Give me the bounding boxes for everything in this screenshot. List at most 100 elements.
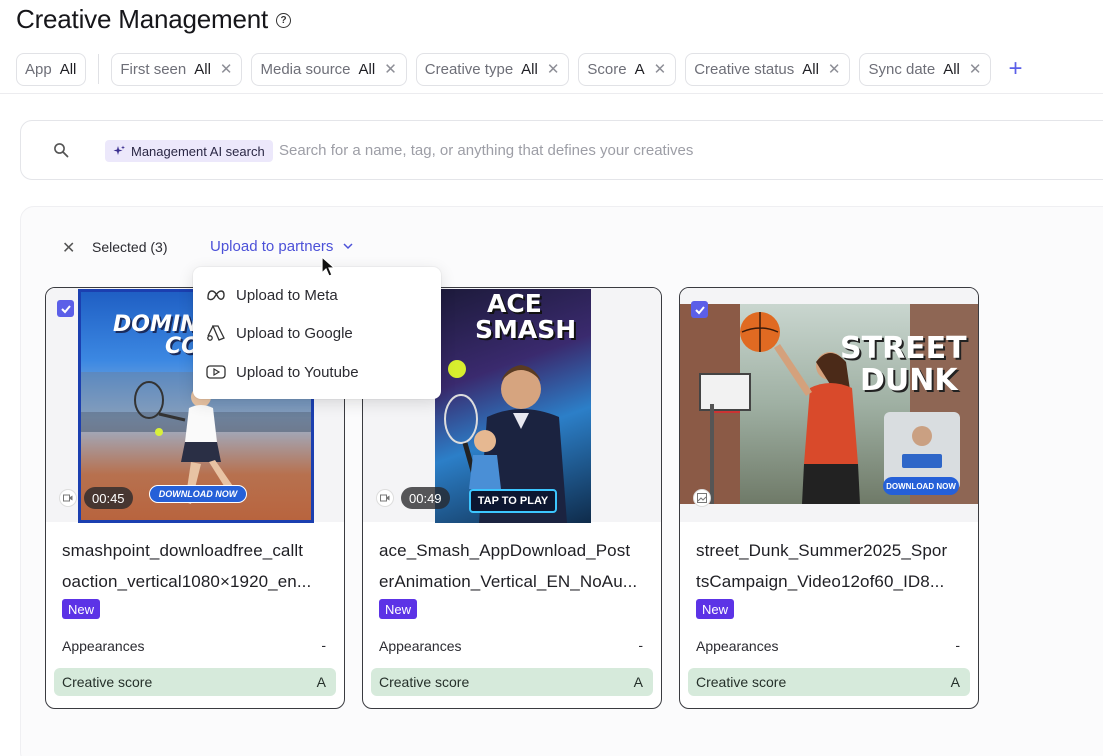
overlay-subtitle: DUNK bbox=[860, 363, 958, 398]
check-icon bbox=[60, 304, 71, 313]
filter-label: Creative type bbox=[424, 60, 514, 78]
creative-name[interactable]: street_Dunk_Summer2025_Spor tsCampaign_V… bbox=[696, 535, 966, 597]
creative-name-line: tsCampaign_Video12of60_ID8... bbox=[696, 572, 945, 591]
cta-badge: DOWNLOAD NOW bbox=[149, 485, 247, 503]
ai-badge-label: Management AI search bbox=[131, 143, 265, 159]
overlay-title: ACE bbox=[487, 289, 542, 318]
close-icon[interactable]: ✕ bbox=[654, 62, 667, 77]
score-label: Creative score bbox=[696, 674, 787, 690]
filter-value: All bbox=[358, 60, 376, 78]
header-divider bbox=[0, 93, 1103, 94]
cta-badge: TAP TO PLAY bbox=[469, 489, 557, 513]
filter-score[interactable]: Score A ✕ bbox=[578, 52, 677, 86]
status-badge: New bbox=[696, 599, 735, 619]
filter-label: First seen bbox=[120, 60, 187, 78]
filter-bar: App All First seen All ✕ Media source Al… bbox=[16, 52, 1022, 86]
creative-name-line: erAnimation_Vertical_EN_NoAu... bbox=[379, 572, 638, 591]
close-icon[interactable]: ✕ bbox=[969, 62, 982, 77]
score-label: Creative score bbox=[62, 674, 153, 690]
mouse-cursor-icon bbox=[321, 256, 337, 277]
filter-label: Media source bbox=[260, 60, 351, 78]
creative-score-bar: Creative score A bbox=[688, 668, 970, 696]
duration-badge: 00:49 bbox=[401, 487, 450, 509]
selection-count: Selected (3) bbox=[92, 239, 168, 255]
menu-item-label: Upload to Youtube bbox=[236, 363, 359, 381]
filter-label: Score bbox=[587, 60, 627, 78]
creative-name-line: street_Dunk_Summer2025_Spor bbox=[696, 541, 948, 560]
creative-name-line: smashpoint_downloadfree_callt bbox=[62, 541, 304, 560]
image-icon bbox=[693, 489, 711, 507]
ai-search-badge[interactable]: Management AI search bbox=[105, 140, 273, 162]
menu-item-upload-meta[interactable]: Upload to Meta bbox=[206, 283, 338, 307]
close-icon[interactable]: ✕ bbox=[547, 62, 560, 77]
creative-card[interactable]: STREET DUNK DOWNLOAD NOW street_Dunk_Sum… bbox=[679, 287, 979, 709]
filter-media-source[interactable]: Media source All ✕ bbox=[251, 52, 407, 86]
filter-value: All bbox=[59, 60, 77, 78]
filter-creative-status[interactable]: Creative status All ✕ bbox=[685, 52, 851, 86]
meta-icon bbox=[206, 285, 226, 305]
appearances-value: - bbox=[321, 637, 326, 653]
creative-name[interactable]: smashpoint_downloadfree_callt oaction_ve… bbox=[62, 535, 332, 597]
filter-app[interactable]: App All bbox=[16, 52, 87, 86]
appearances-label: Appearances bbox=[62, 638, 145, 654]
search-icon bbox=[54, 143, 69, 158]
appearances-value: - bbox=[638, 637, 643, 653]
upload-label: Upload to partners bbox=[210, 238, 334, 255]
question-circle-icon[interactable]: ? bbox=[276, 13, 291, 28]
filter-value: All bbox=[521, 60, 538, 78]
clear-selection-close-icon[interactable]: ✕ bbox=[62, 238, 75, 258]
status-badge: New bbox=[379, 599, 418, 619]
chevron-down-icon bbox=[343, 243, 353, 250]
menu-item-upload-google[interactable]: Upload to Google bbox=[206, 321, 353, 345]
score-value: A bbox=[316, 674, 326, 690]
menu-item-label: Upload to Google bbox=[236, 324, 353, 342]
appearances-value: - bbox=[955, 637, 960, 653]
search-bar[interactable]: Management AI search Search for a name, … bbox=[20, 120, 1103, 180]
check-icon bbox=[694, 305, 705, 314]
google-ads-icon bbox=[206, 323, 226, 343]
close-icon[interactable]: ✕ bbox=[220, 62, 233, 77]
close-icon[interactable]: ✕ bbox=[828, 62, 841, 77]
selected-checkbox[interactable] bbox=[57, 300, 74, 317]
youtube-icon bbox=[206, 362, 226, 382]
creative-name[interactable]: ace_Smash_AppDownload_Post erAnimation_V… bbox=[379, 535, 649, 597]
cta-badge: DOWNLOAD NOW bbox=[883, 477, 959, 495]
status-badge: New bbox=[62, 599, 101, 619]
upload-partners-menu: Upload to Meta Upload to Google Upload t… bbox=[193, 267, 441, 399]
score-value: A bbox=[633, 674, 643, 690]
filter-creative-type[interactable]: Creative type All ✕ bbox=[415, 52, 570, 86]
score-label: Creative score bbox=[379, 674, 470, 690]
creative-name-line: oaction_vertical1080×1920_en... bbox=[62, 572, 312, 591]
close-icon[interactable]: ✕ bbox=[384, 62, 397, 77]
filter-first-seen[interactable]: First seen All ✕ bbox=[111, 52, 243, 86]
page-title-text: Creative Management bbox=[16, 4, 268, 34]
filter-value: All bbox=[802, 60, 819, 78]
filter-label: App bbox=[25, 60, 52, 78]
duration-badge: 00:45 bbox=[84, 487, 133, 509]
filter-value: A bbox=[634, 60, 645, 78]
sparkle-icon bbox=[113, 145, 125, 155]
video-icon bbox=[59, 489, 77, 507]
score-value: A bbox=[950, 674, 960, 690]
filter-value: All bbox=[194, 60, 211, 78]
appearances-label: Appearances bbox=[696, 638, 779, 654]
creative-name-line: ace_Smash_AppDownload_Post bbox=[379, 541, 631, 560]
creative-thumbnail[interactable]: ACE SMASH TAP TO PLAY bbox=[435, 289, 591, 523]
video-icon bbox=[376, 489, 394, 507]
thumbnail-area: STREET DUNK DOWNLOAD NOW bbox=[680, 288, 978, 522]
creative-score-bar: Creative score A bbox=[371, 668, 653, 696]
appearances-label: Appearances bbox=[379, 638, 462, 654]
menu-item-upload-youtube[interactable]: Upload to Youtube bbox=[206, 360, 359, 384]
page-title: Creative Management ? bbox=[16, 4, 291, 35]
upload-to-partners-button[interactable]: Upload to partners bbox=[210, 238, 353, 255]
search-input[interactable]: Search for a name, tag, or anything that… bbox=[279, 142, 693, 159]
filter-sync-date[interactable]: Sync date All ✕ bbox=[859, 52, 992, 86]
add-filter-plus-icon[interactable]: + bbox=[1008, 57, 1022, 81]
selected-checkbox[interactable] bbox=[691, 301, 708, 318]
filter-label: Creative status bbox=[694, 60, 795, 78]
overlay-title: STREET bbox=[840, 331, 967, 366]
filter-label: Sync date bbox=[868, 60, 936, 78]
overlay-subtitle: SMASH bbox=[475, 315, 577, 344]
menu-item-label: Upload to Meta bbox=[236, 286, 338, 304]
creative-thumbnail[interactable]: STREET DUNK DOWNLOAD NOW bbox=[680, 304, 978, 504]
